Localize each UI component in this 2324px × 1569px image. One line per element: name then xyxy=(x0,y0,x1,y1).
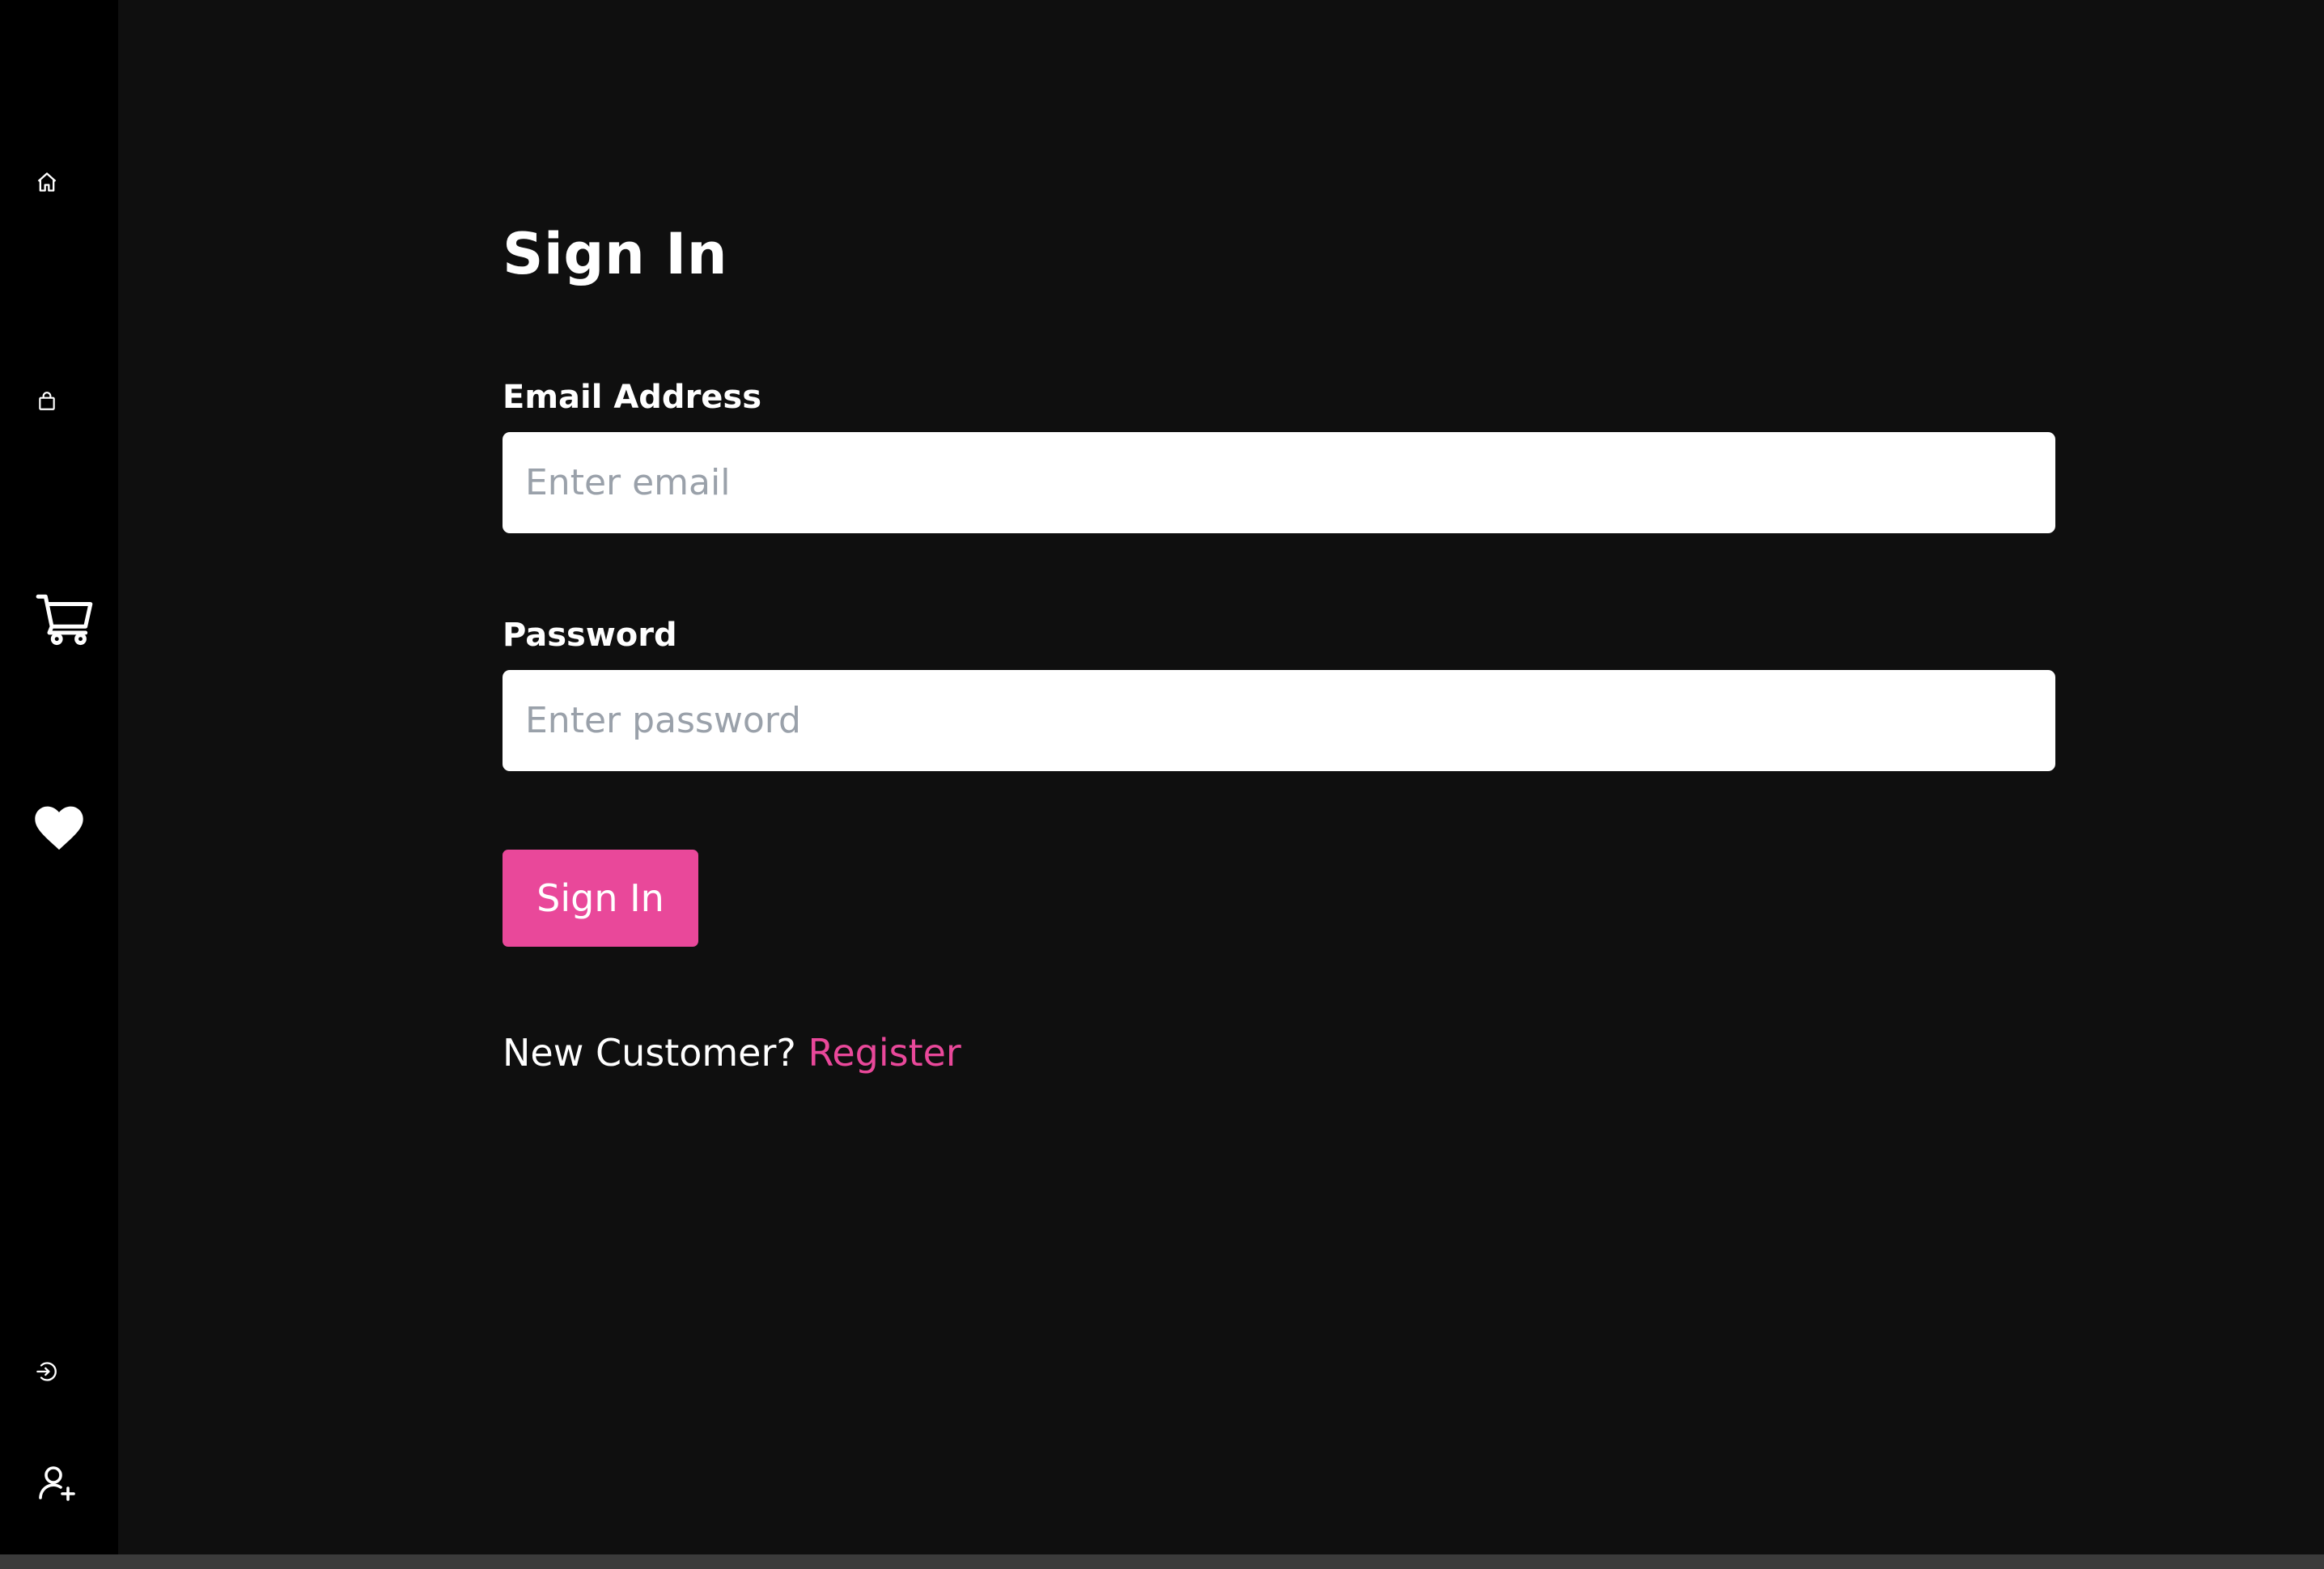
password-field[interactable] xyxy=(503,670,2055,771)
login-icon[interactable] xyxy=(31,1355,63,1388)
register-prompt: New Customer? xyxy=(503,1031,796,1075)
email-label: Email Address xyxy=(503,379,762,416)
sign-in-page: Sign In Email Address Password Sign In N… xyxy=(118,0,2324,1554)
cart-icon[interactable] xyxy=(34,587,97,651)
user-add-icon[interactable] xyxy=(36,1462,78,1504)
bottom-edge xyxy=(0,1554,2324,1569)
email-field[interactable] xyxy=(503,432,2055,533)
sign-in-button[interactable]: Sign In xyxy=(503,850,698,947)
heart-icon[interactable] xyxy=(32,801,86,854)
password-label: Password xyxy=(503,617,677,654)
register-link[interactable]: Register xyxy=(808,1031,961,1075)
register-prompt-line: New Customer? Register xyxy=(503,1031,961,1075)
sidebar xyxy=(0,0,118,1554)
page-title: Sign In xyxy=(503,221,728,287)
bag-icon[interactable] xyxy=(31,385,63,418)
home-icon[interactable] xyxy=(31,166,63,198)
